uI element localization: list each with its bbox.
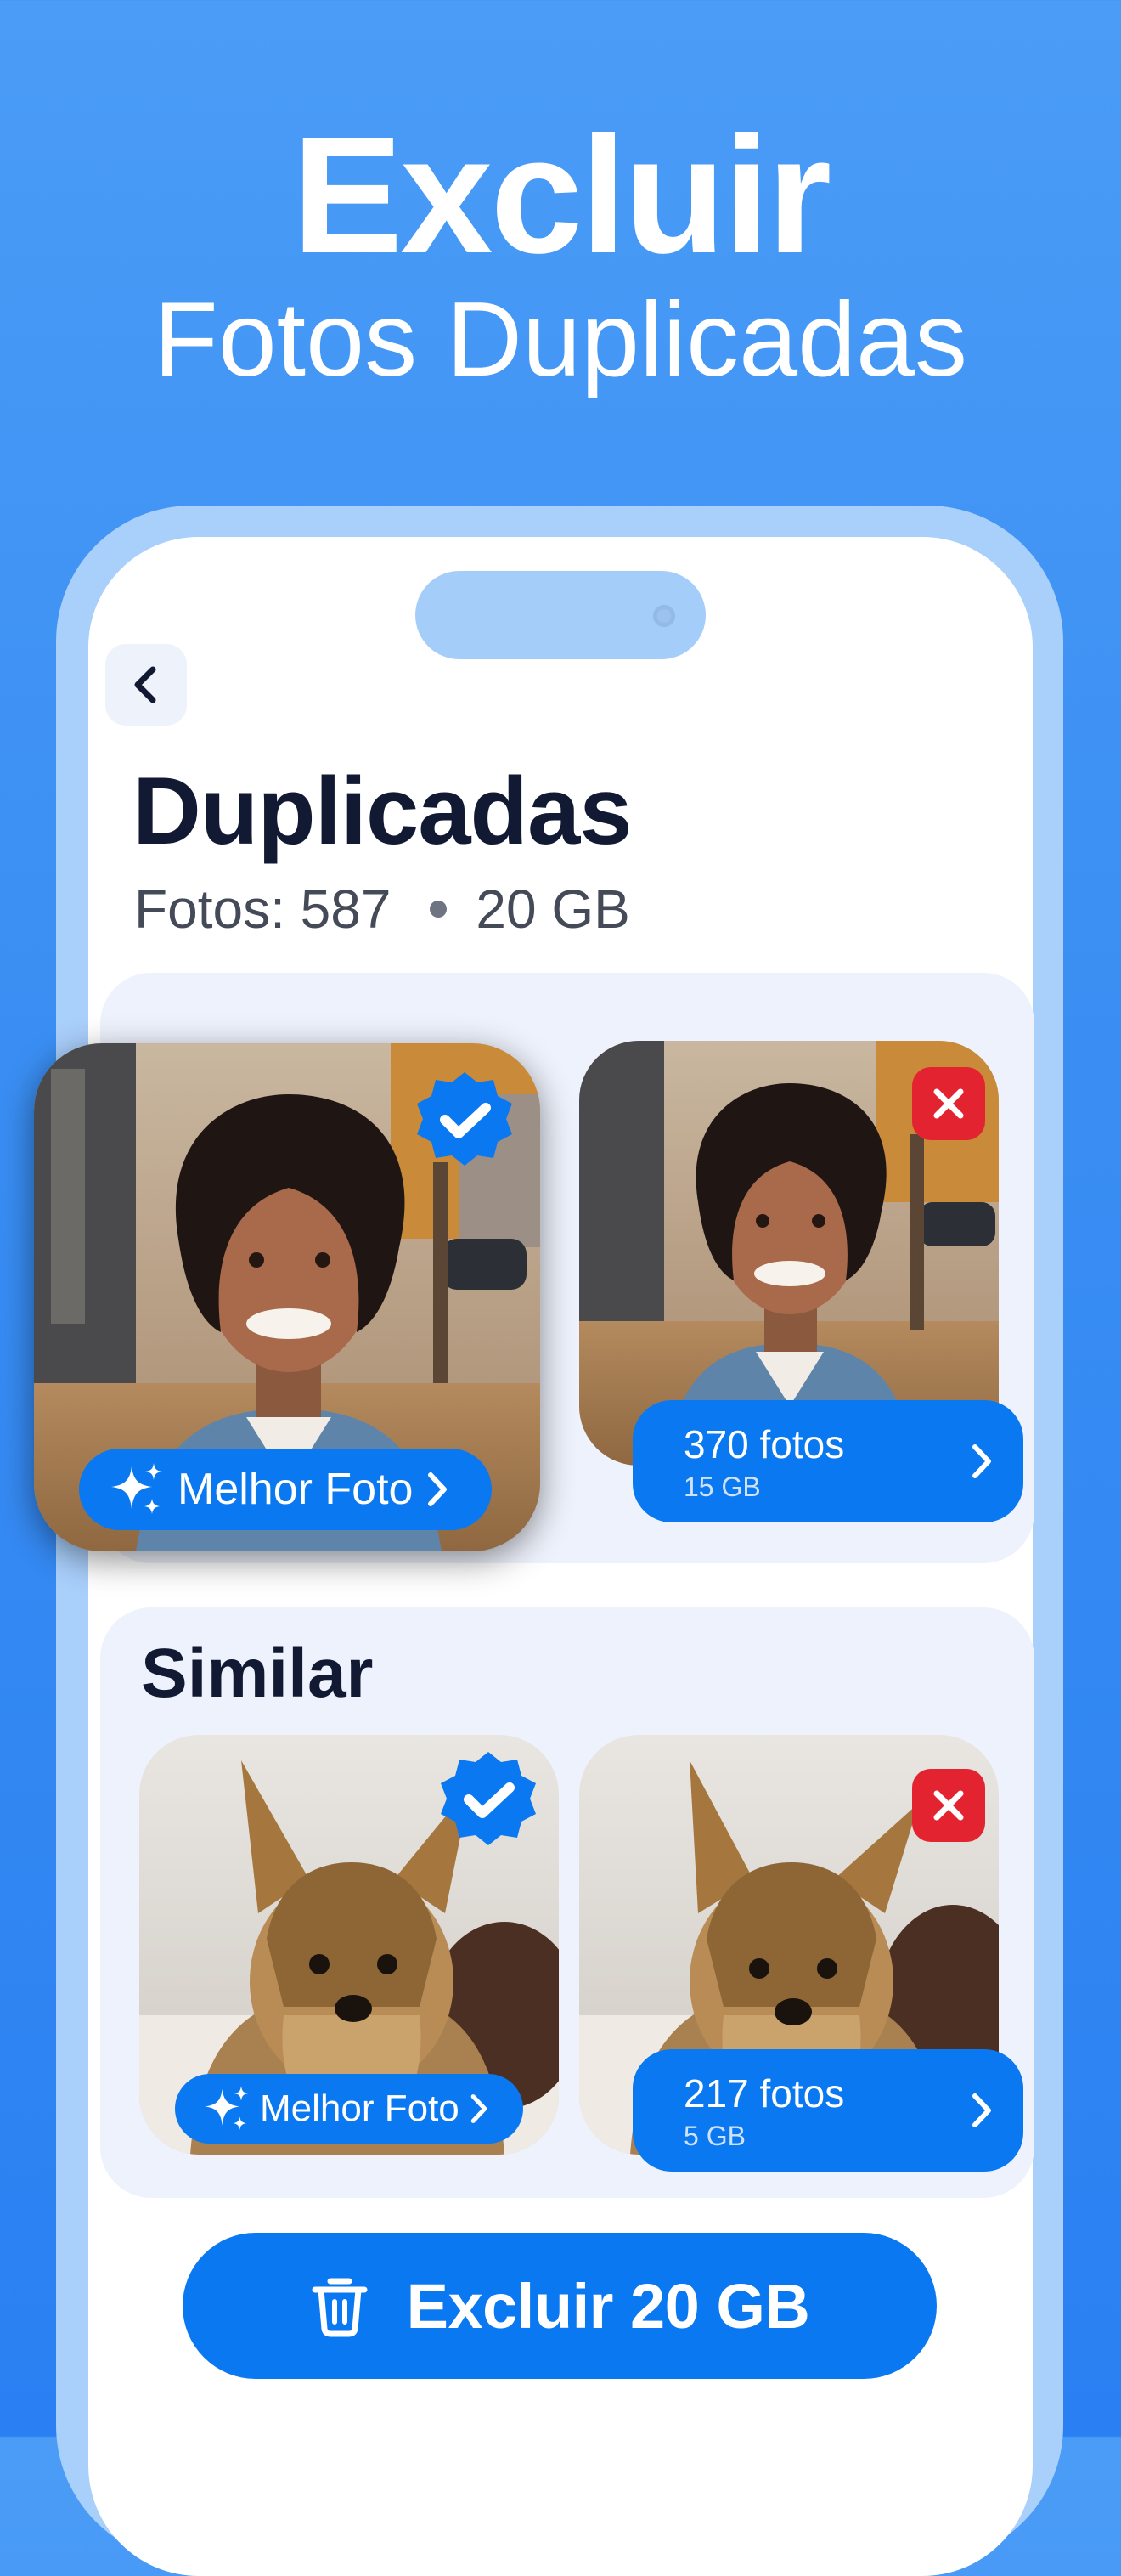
trash-icon [312,2278,368,2337]
group-label-similar: Similar [141,1635,374,1712]
separator-dot [430,901,448,918]
back-chevron-icon [134,666,156,703]
camera-dot [653,605,675,627]
chevron-right-icon [971,1443,993,1484]
reject-badge[interactable] [912,1769,985,1842]
verified-check-icon [433,1743,544,1858]
best-photo-badge[interactable]: Melhor Foto [79,1449,492,1530]
hero-subtitle: Fotos Duplicadas [153,281,968,398]
delete-button[interactable]: Excluir 20 GB [183,2233,937,2379]
photo-count: Fotos: 587 [134,878,392,940]
verified-check-icon [409,1064,520,1178]
chevron-right-icon [470,2093,488,2125]
chevron-right-icon [971,2092,993,2133]
total-size: 20 GB [476,878,630,940]
reject-badge[interactable] [912,1067,985,1140]
back-button[interactable] [105,644,187,726]
chevron-right-icon [426,1471,448,1508]
close-icon [933,1088,964,1119]
delete-button-label: Excluir 20 GB [406,2270,810,2342]
group-count-button[interactable]: 370 fotos 15 GB [633,1400,1023,1522]
best-photo-badge[interactable]: Melhor Foto [175,2074,523,2144]
group-size: 15 GB [684,1472,761,1502]
page-title: Duplicadas [132,758,633,864]
group-photo-count: 217 fotos [684,2071,845,2116]
sparkle-icon [106,1460,166,1519]
dynamic-island [415,571,706,659]
close-icon [933,1790,964,1821]
group-photo-count: 370 fotos [684,1422,845,1466]
sparkle-icon [200,2083,251,2134]
group-count-button[interactable]: 217 fotos 5 GB [633,2049,1023,2172]
hero-title: Excluir [291,102,832,288]
best-photo-label: Melhor Foto [177,1465,414,1514]
group-size: 5 GB [684,2121,746,2151]
page-stats: Fotos: 587 20 GB [134,875,630,943]
best-photo-label: Melhor Foto [260,2087,459,2129]
